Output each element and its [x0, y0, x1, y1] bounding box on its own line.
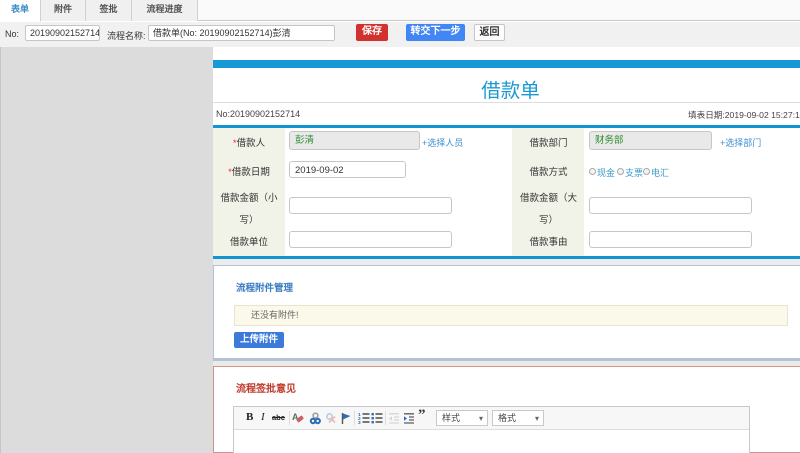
- svg-text:3: 3: [358, 420, 361, 424]
